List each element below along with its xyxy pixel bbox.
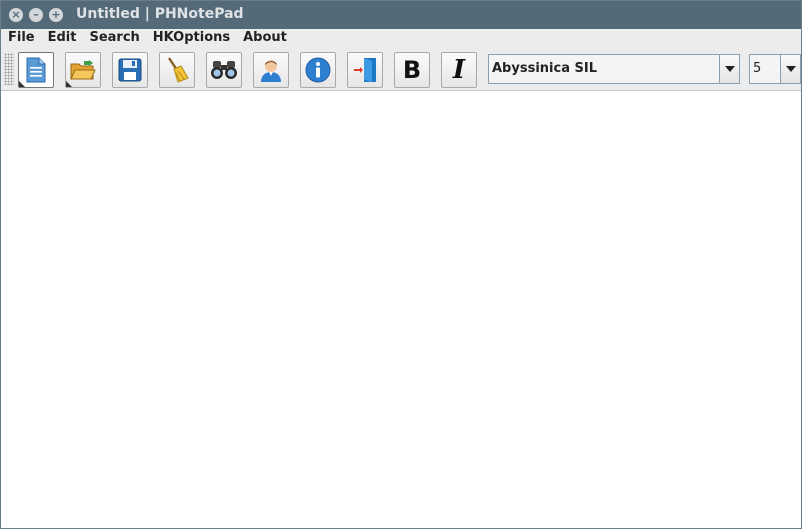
title-bar: × – + Untitled | PHNotePad (1, 1, 801, 29)
window-title: Untitled | PHNotePad (76, 6, 244, 22)
open-file-button[interactable] (65, 52, 101, 88)
open-folder-icon (70, 60, 96, 80)
font-size-dropdown-button[interactable] (780, 55, 800, 83)
save-file-button[interactable] (112, 52, 148, 88)
info-icon (305, 57, 331, 83)
info-button[interactable] (300, 52, 336, 88)
italic-icon: I (452, 55, 466, 85)
new-file-button[interactable] (18, 52, 54, 88)
menu-about[interactable]: About (236, 29, 293, 47)
user-icon (261, 60, 281, 82)
exit-door-icon (354, 58, 376, 82)
close-icon: × (11, 8, 21, 21)
font-size-select[interactable]: 5 (749, 54, 801, 84)
exit-button[interactable] (347, 52, 383, 88)
chevron-down-icon (785, 66, 796, 72)
menu-bar: File Edit Search HKOptions About (1, 29, 801, 47)
font-family-dropdown-button[interactable] (719, 55, 739, 83)
font-family-value: Abyssinica SIL (492, 61, 597, 76)
maximize-window-button[interactable]: + (49, 8, 63, 22)
toolbar: B I Abyssinica SIL 5 (1, 47, 801, 91)
font-family-select[interactable]: Abyssinica SIL (488, 54, 740, 84)
bold-icon: B (402, 56, 422, 84)
find-button[interactable] (206, 52, 242, 88)
menu-file[interactable]: File (1, 29, 41, 47)
new-document-icon (26, 57, 46, 83)
text-editor[interactable] (1, 92, 801, 528)
clear-broom-icon (168, 57, 189, 83)
find-binoculars-icon (211, 61, 237, 79)
clear-button[interactable] (159, 52, 195, 88)
bold-button[interactable]: B (394, 52, 430, 88)
italic-button[interactable]: I (441, 52, 477, 88)
chevron-down-icon (724, 66, 735, 72)
menu-hkoptions[interactable]: HKOptions (146, 29, 236, 47)
menu-edit[interactable]: Edit (41, 29, 83, 47)
toolbar-grip[interactable] (4, 53, 14, 85)
menu-search[interactable]: Search (82, 29, 145, 47)
maximize-icon: + (51, 8, 61, 21)
save-floppy-icon (118, 58, 142, 82)
close-window-button[interactable]: × (9, 8, 23, 22)
font-size-value: 5 (753, 61, 762, 76)
app-window: × – + Untitled | PHNotePad File Edit Sea… (0, 0, 802, 529)
user-button[interactable] (253, 52, 289, 88)
minimize-icon: – (33, 8, 39, 21)
minimize-window-button[interactable]: – (29, 8, 43, 22)
